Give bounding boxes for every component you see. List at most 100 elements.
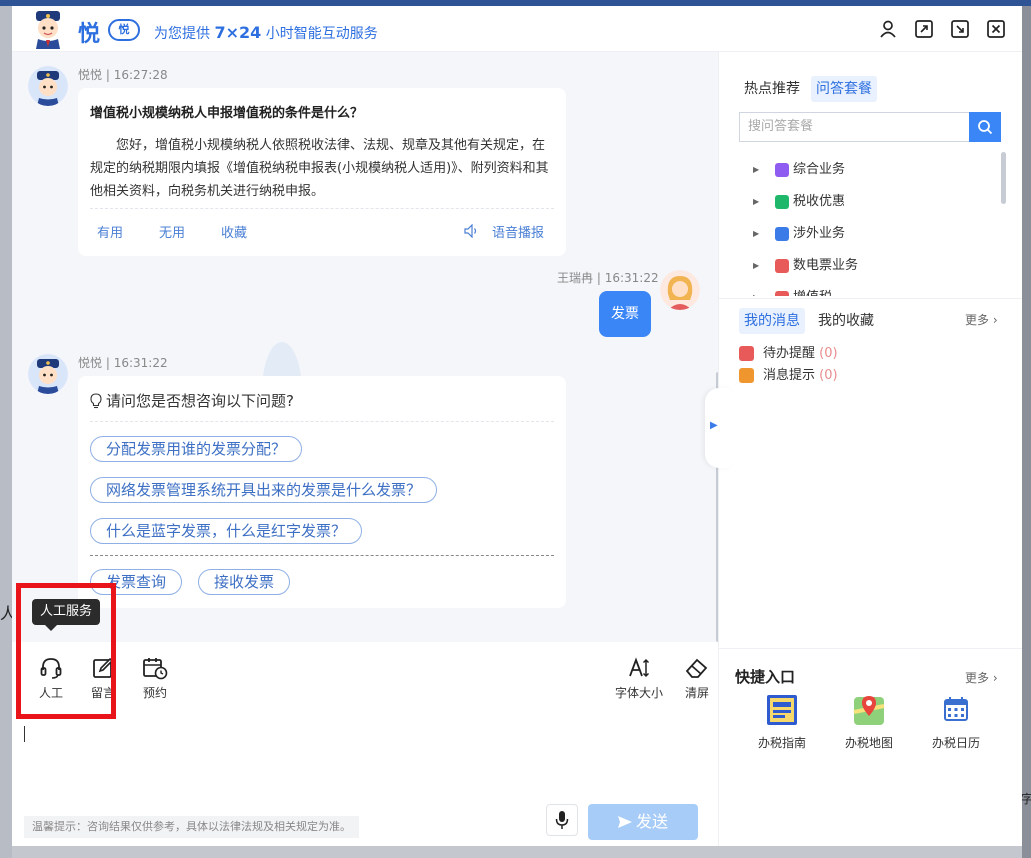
mascot-avatar-icon <box>36 11 60 49</box>
card-divider <box>90 208 554 209</box>
expand-arrow-icon[interactable]: ▶ <box>753 288 759 296</box>
quick-link-label: 办税日历 <box>931 736 980 750</box>
user-profile-icon[interactable] <box>878 19 898 39</box>
brand-logo-badge: 悦 <box>108 19 140 41</box>
close-icon[interactable] <box>986 19 1006 39</box>
messages-more-link[interactable]: 更多 › <box>965 311 998 328</box>
maximize-icon[interactable] <box>914 19 934 39</box>
user-message-time: 16:31:22 <box>604 271 659 285</box>
qa-search-button[interactable] <box>969 112 1001 142</box>
minimize-icon[interactable] <box>950 19 970 39</box>
tax-map-link[interactable]: 办税地图 <box>832 692 906 751</box>
tree-item-label: 税收优惠 <box>793 194 846 209</box>
question-title: 增值税小规模纳税人申报增值税的条件是什么？ <box>90 106 364 121</box>
not-useful-button[interactable]: 无用 <box>159 222 185 241</box>
suggested-question[interactable]: 网络发票管理系统开具出来的发票是什么发票？ <box>90 477 438 503</box>
tab-my-messages[interactable]: 我的消息 <box>739 308 805 334</box>
expand-arrow-icon[interactable]: ▶ <box>753 192 759 212</box>
category-icon <box>775 259 789 273</box>
tax-calendar-link[interactable]: 办税日历 <box>919 692 993 751</box>
font-size-label: 字体大小 <box>614 686 663 700</box>
sender-name: 悦悦 <box>78 68 103 82</box>
bulb-notice-icon <box>739 368 754 383</box>
tax-guide-link[interactable]: 办税指南 <box>745 692 819 751</box>
eraser-icon <box>685 658 708 678</box>
tree-scrollbar[interactable] <box>1001 152 1006 204</box>
expand-arrow-icon[interactable]: ▶ <box>753 224 759 244</box>
clock-icon <box>739 346 754 361</box>
appointment-label: 预约 <box>142 686 167 700</box>
window-header: 悦 悦 为您提供 7×24 小时智能互动服务 <box>12 6 1022 52</box>
message-meta: 悦悦 | 16:27:28 <box>78 68 168 82</box>
collapse-arrow-icon: ▶ <box>710 420 718 431</box>
expand-arrow-icon[interactable]: ▶ <box>753 160 759 180</box>
message-meta-2: 悦悦 | 16:31:22 <box>78 356 168 370</box>
brand-logo-text: 悦 <box>78 22 101 47</box>
suggested-question[interactable]: 什么是蓝字发票，什么是红字发票？ <box>90 518 363 544</box>
background-page-left <box>0 6 12 858</box>
appointment-button[interactable]: 预约 <box>140 656 170 701</box>
tree-item-label: 增值税 <box>793 288 832 296</box>
msg-row-label: 消息提示 <box>763 368 816 383</box>
send-label: 发送 <box>635 812 668 831</box>
qa-search-input[interactable]: 搜问答套餐 <box>739 112 969 142</box>
voice-input-button[interactable] <box>546 804 578 836</box>
tagline-prefix: 为您提供 <box>154 26 210 42</box>
answer-card: 增值税小规模纳税人申报增值税的条件是什么？ 您好，增值税小规模纳税人依照税收法律… <box>78 88 566 256</box>
category-icon <box>775 195 789 209</box>
text-cursor <box>24 726 25 742</box>
msg-row-count: (0) <box>819 346 838 361</box>
suggestion-card: 请问您是否想咨询以下问题? 分配发票用谁的发票分配？ 网络发票管理系统开具出来的… <box>78 376 566 608</box>
tab-qa-package[interactable]: 问答套餐 <box>811 76 877 102</box>
tree-item-label: 涉外业务 <box>793 226 846 241</box>
guide-book-icon <box>767 695 797 725</box>
chat-history[interactable]: 悦悦 | 16:27:28 增值税小规模纳税人申报增值税的条件是什么？ 您好，增… <box>12 52 718 642</box>
bot-avatar-2 <box>28 354 68 394</box>
expand-arrow-icon[interactable]: ▶ <box>753 256 759 276</box>
user-avatar <box>660 270 700 310</box>
send-button[interactable]: 发送 <box>588 804 698 840</box>
quick-entry-title: 快捷入口 <box>735 668 796 686</box>
more-label: 更多 <box>965 313 990 327</box>
quick-link-label: 办税地图 <box>844 736 893 750</box>
send-arrow-icon <box>618 816 632 828</box>
side-panel: ▶ 热点推荐 问答套餐 搜问答套餐 ▶ 综合业务 ▶ 税收优惠 ▶ 涉外业务 ▶… <box>705 52 1022 846</box>
user-name: 王瑞冉 <box>557 271 594 285</box>
card-divider-2 <box>90 421 554 422</box>
quick-link-label: 办税指南 <box>757 736 806 750</box>
useful-button[interactable]: 有用 <box>97 222 123 241</box>
lightbulb-icon <box>90 393 102 409</box>
tree-item-label: 综合业务 <box>793 162 846 177</box>
tab-hot-recommend[interactable]: 热点推荐 <box>739 76 805 102</box>
receive-invoice-chip[interactable]: 接收发票 <box>198 569 291 595</box>
speaker-icon[interactable] <box>464 224 480 238</box>
panel-divider-2 <box>719 648 1022 649</box>
calendar-clock-icon <box>143 658 168 680</box>
more-label: 更多 <box>965 671 990 685</box>
suggestion-prompt: 请问您是否想咨询以下问题? <box>106 392 294 410</box>
map-pin-icon <box>853 696 885 725</box>
annotation-highlight-box <box>16 583 116 719</box>
background-page-bottom <box>12 846 1022 858</box>
sender-name-2: 悦悦 <box>78 356 103 370</box>
tree-item-label: 数电票业务 <box>793 258 859 273</box>
bot-avatar <box>28 66 68 106</box>
card-divider-3 <box>90 555 554 556</box>
clear-screen-button[interactable]: 清屏 <box>682 656 712 701</box>
user-message-bubble: 发票 <box>599 291 651 337</box>
qa-tree: ▶ 综合业务 ▶ 税收优惠 ▶ 涉外业务 ▶ 数电票业务 ▶ <box>719 152 1022 296</box>
chat-window: 悦 悦 为您提供 7×24 小时智能互动服务 悦悦 | 16:27:28 增值税… <box>12 6 1022 846</box>
collapse-panel-button[interactable]: ▶ <box>705 388 731 468</box>
message-time: 16:27:28 <box>113 68 168 82</box>
favorite-button[interactable]: 收藏 <box>221 222 247 241</box>
tab-my-favorites[interactable]: 我的收藏 <box>813 308 879 334</box>
msg-row-count: (0) <box>819 368 838 383</box>
quick-more-link[interactable]: 更多 › <box>965 669 998 686</box>
msg-row-label: 待办提醒 <box>763 346 816 361</box>
background-text-fragment-right: 字 <box>1021 792 1031 806</box>
search-icon <box>978 120 993 135</box>
suggested-question[interactable]: 分配发票用谁的发票分配？ <box>90 436 303 462</box>
voice-broadcast-button[interactable]: 语音播报 <box>492 222 544 241</box>
message-input[interactable]: 温馨提示：咨询结果仅供参考，具体以法律法规及相关规定为准。 发送 <box>12 712 718 846</box>
font-size-button[interactable]: 字体大小 <box>612 656 666 701</box>
